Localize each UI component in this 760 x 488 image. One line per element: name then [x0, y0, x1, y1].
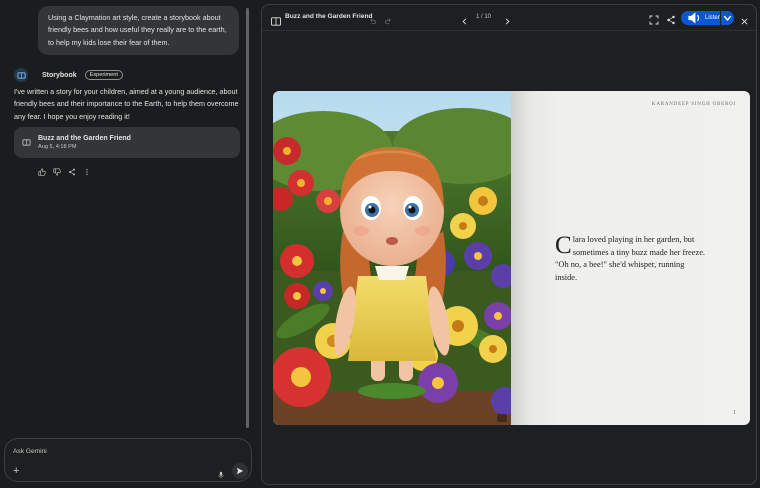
storybook-card-text: Buzz and the Garden Friend Aug 5, 4:18 P…: [38, 135, 131, 150]
send-icon: [236, 467, 244, 475]
book-icon: [271, 13, 281, 26]
storybook-icon: [14, 68, 28, 82]
viewer-toolbar: Buzz and the Garden Friend 1 / 10 Listen: [262, 5, 756, 31]
storybook-viewer: Buzz and the Garden Friend 1 / 10 Listen: [261, 4, 757, 485]
bot-header: Storybook Experiment: [14, 68, 123, 82]
bot-message: I've written a story for your children, …: [14, 87, 239, 121]
more-icon[interactable]: [82, 167, 91, 176]
page-number: 1: [733, 410, 736, 416]
speaker-icon: [688, 12, 700, 24]
listen-label: Listen: [705, 15, 722, 21]
chat-pane: Using a Claymation art style, create a s…: [0, 0, 256, 488]
bot-name: Storybook: [42, 71, 77, 79]
author-name: KARANDEEP SINGH OBEROI: [651, 102, 736, 107]
thumb-down-icon[interactable]: [52, 167, 61, 176]
drop-cap: C: [555, 232, 572, 259]
prompt-box: +: [4, 438, 252, 482]
share-icon[interactable]: [666, 12, 676, 25]
undo-icon[interactable]: [368, 13, 377, 25]
chevron-right-icon[interactable]: [503, 13, 512, 25]
viewer-title: Buzz and the Garden Friend: [285, 13, 373, 20]
thumb-up-icon[interactable]: [37, 167, 46, 176]
story-text: lara loved playing in her garden, but so…: [555, 235, 705, 282]
book-icon: [22, 139, 31, 146]
mic-icon[interactable]: [217, 466, 227, 479]
share-icon[interactable]: [67, 167, 76, 176]
storybook-card-date: Aug 5, 4:18 PM: [38, 144, 77, 150]
close-icon[interactable]: [740, 13, 749, 25]
plus-icon[interactable]: +: [13, 466, 23, 477]
prompt-input[interactable]: [13, 445, 213, 457]
story-text-block: Clara loved playing in her garden, but s…: [555, 232, 705, 284]
feedback-bar: [37, 167, 91, 176]
listen-options-button[interactable]: [720, 11, 734, 25]
open-book: KARANDEEP SINGH OBEROI Clara loved playi…: [273, 91, 750, 425]
experiment-badge: Experiment: [84, 70, 123, 80]
story-illustration: [273, 91, 511, 425]
redo-icon[interactable]: [384, 13, 393, 25]
page-indicator: 1 / 10: [476, 14, 492, 20]
chevron-left-icon[interactable]: [460, 13, 469, 25]
chevron-down-icon: [723, 15, 732, 22]
storybook-card-title: Buzz and the Garden Friend: [38, 135, 131, 142]
send-button[interactable]: [232, 463, 248, 479]
image-icon[interactable]: [497, 414, 507, 422]
chat-scrollbar[interactable]: [246, 8, 249, 428]
storybook-card[interactable]: Buzz and the Garden Friend Aug 5, 4:18 P…: [14, 127, 240, 158]
fullscreen-icon[interactable]: [649, 12, 659, 25]
text-page: KARANDEEP SINGH OBEROI Clara loved playi…: [511, 91, 750, 425]
user-prompt-bubble: Using a Claymation art style, create a s…: [38, 6, 239, 56]
